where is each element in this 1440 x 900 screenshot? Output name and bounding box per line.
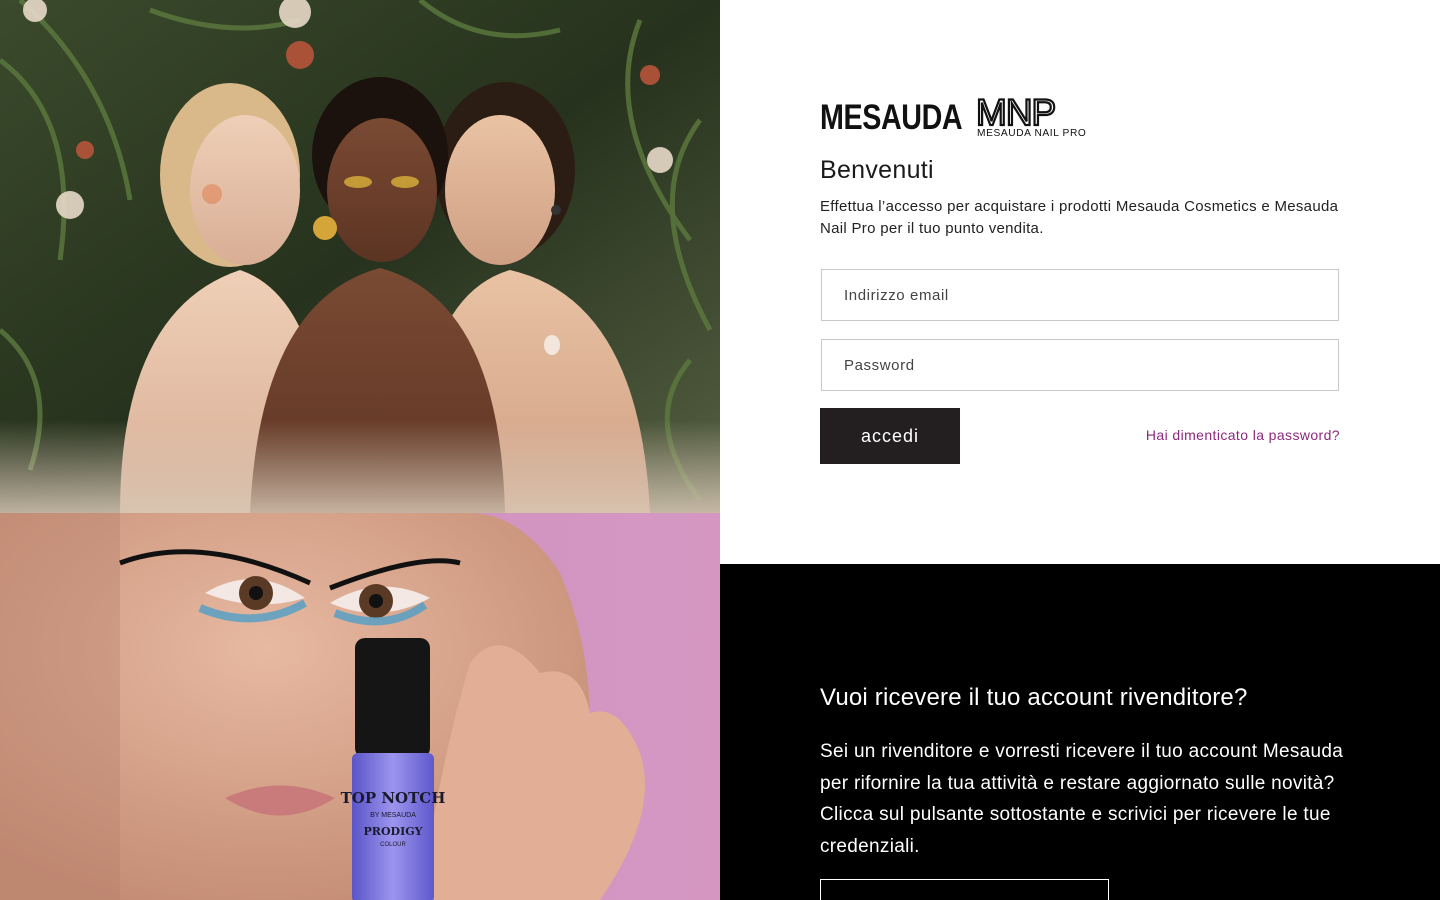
welcome-title: Benvenuti: [820, 156, 934, 184]
reseller-panel: Vuoi ricevere il tuo account rivenditore…: [720, 564, 1440, 900]
reseller-title: Vuoi ricevere il tuo account rivenditore…: [820, 684, 1248, 711]
bottle-maker-text: BY MESAUDA: [370, 812, 416, 819]
hero-images: TOP NOTCH BY MESAUDA PRODIGY COLOUR: [0, 0, 720, 900]
email-input[interactable]: [822, 270, 1338, 320]
mnp-logo-tagline: MESAUDA NAIL PRO: [977, 128, 1086, 138]
email-field-wrapper: [821, 269, 1339, 321]
campaign-photo-three-models: [0, 0, 720, 513]
bottle-name-text: PRODIGY: [364, 825, 423, 838]
brand-logos: MESAUDA MNP MESAUDA NAIL PRO: [820, 98, 1150, 138]
login-panel: MESAUDA MNP MESAUDA NAIL PRO Benvenuti E…: [720, 0, 1440, 564]
password-input[interactable]: [822, 340, 1338, 390]
login-button[interactable]: accedi: [820, 408, 960, 464]
campaign-photo-nail-polish: TOP NOTCH BY MESAUDA PRODIGY COLOUR: [0, 513, 720, 900]
mesauda-logo: MESAUDA: [820, 98, 963, 137]
reseller-description: Sei un rivenditore e vorresti ricevere i…: [820, 741, 1344, 857]
password-field-wrapper: [821, 339, 1339, 391]
login-intro: Effettua l’accesso per acquistare i prod…: [820, 198, 1339, 237]
bottle-sub-text: COLOUR: [380, 842, 406, 848]
bottle-brand-text: TOP NOTCH: [341, 789, 446, 807]
forgot-password-link[interactable]: Hai dimenticato la password?: [1146, 427, 1340, 443]
contact-register-button[interactable]: Contattaci per registrarti: [820, 879, 1109, 900]
mnp-logo: MNP MESAUDA NAIL PRO: [976, 98, 1086, 138]
